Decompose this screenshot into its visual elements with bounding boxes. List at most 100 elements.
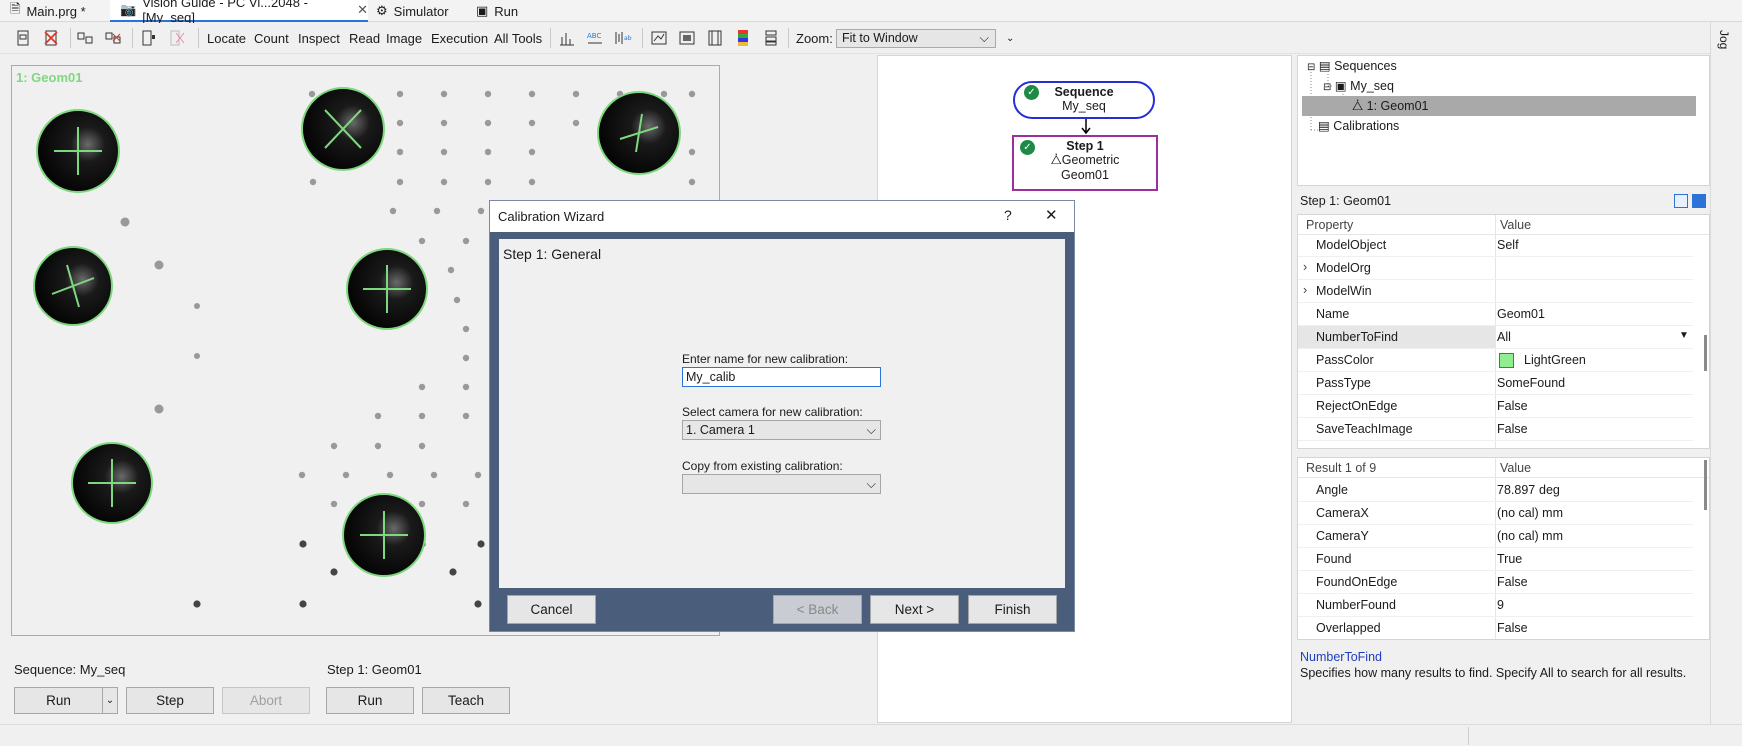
run-window-icon: ▣ [476, 3, 489, 18]
result-row-numberfound: NumberFound 9 [1298, 594, 1693, 617]
robot-arm-icon: ⚙ [376, 3, 388, 18]
categorized-view-icon[interactable] [1674, 194, 1688, 208]
prop-row-saveteachimage[interactable]: SaveTeachImage False [1298, 418, 1693, 441]
delete-calibration-icon [170, 30, 185, 46]
col-value: Value [1500, 461, 1532, 475]
image-menu[interactable]: Image [386, 31, 422, 46]
found-object-4 [33, 246, 113, 326]
step-node[interactable]: ✓ Step 1 ⧊Geometric Geom01 [1012, 135, 1158, 191]
found-object-2 [301, 87, 385, 171]
copy-calibration-label: Copy from existing calibration: [682, 459, 843, 473]
expand-icon[interactable]: › [1303, 283, 1307, 297]
help-title: NumberToFind [1300, 650, 1382, 664]
new-calibration-icon[interactable] [140, 29, 158, 47]
dialog-titlebar: Calibration Wizard ? ✕ [490, 201, 1074, 232]
step-label: Step 1: Geom01 [327, 662, 422, 677]
tab-label: Simulator [393, 3, 449, 19]
property-grid: Property Value ModelObject Self › ModelOrg… [1297, 214, 1710, 449]
execution-menu[interactable]: Execution [431, 31, 488, 46]
dropdown-arrow-icon[interactable]: ▼ [1679, 330, 1689, 341]
graph-window-icon[interactable] [650, 29, 668, 47]
all-tools-menu[interactable]: All Tools [494, 31, 542, 46]
tab-simulator[interactable]: ⚙ Simulator [366, 0, 476, 22]
image-step-title: 1: Geom01 [16, 70, 83, 85]
side-panel-strip: Jog [1710, 22, 1742, 724]
code-reader-icon[interactable]: abc [614, 29, 632, 47]
delete-object-icon[interactable] [104, 29, 122, 47]
collapse-icon[interactable]: ⊟ [1323, 82, 1331, 93]
locate-menu[interactable]: Locate [207, 31, 246, 46]
tree-item-my-seq[interactable]: ⊟ ▣ My_seq [1323, 76, 1394, 96]
color-palette-icon[interactable] [734, 29, 752, 47]
jog-side-tab[interactable]: Jog [1717, 30, 1731, 49]
cancel-button[interactable]: Cancel [507, 595, 596, 624]
tab-main-prg[interactable]: 🗎 Main.prg * [0, 0, 108, 22]
count-menu[interactable]: Count [254, 31, 289, 46]
finish-button[interactable]: Finish [968, 595, 1057, 624]
folder-stack-icon: ▤ [1318, 119, 1330, 133]
prop-row-modelorg[interactable]: › ModelOrg [1298, 257, 1693, 280]
run-step-button[interactable]: Run [326, 687, 414, 714]
col-property: Property [1306, 218, 1354, 232]
tab-vision-guide[interactable]: 📷 Vision Guide - PC Vi...2048 - [My_seq]… [110, 0, 368, 25]
inspect-menu[interactable]: Inspect [298, 31, 340, 46]
alphabetical-view-icon[interactable] [1692, 194, 1706, 208]
ocr-abc-icon[interactable]: ABC [586, 29, 604, 47]
property-scrollbar-thumb[interactable] [1704, 335, 1707, 371]
tab-label: Run [494, 3, 519, 19]
back-button: < Back [773, 595, 862, 624]
next-button[interactable]: Next > [870, 595, 959, 624]
close-icon[interactable]: ✕ [1045, 206, 1058, 224]
prop-row-passtype[interactable]: PassType SomeFound [1298, 372, 1693, 395]
teach-button[interactable]: Teach [422, 687, 510, 714]
prop-row-modelwin[interactable]: › ModelWin [1298, 280, 1693, 303]
prop-row-name[interactable]: Name Geom01 [1298, 303, 1693, 326]
camera-select-value: 1. Camera 1 [686, 423, 755, 437]
tab-run[interactable]: ▣ Run [466, 0, 546, 22]
dialog-title: Calibration Wizard [498, 209, 605, 224]
zoom-select[interactable]: Fit to Window ⌵ [836, 29, 996, 48]
film-strip-icon[interactable] [706, 29, 724, 47]
chevron-down-icon: ⌵ [979, 31, 989, 45]
toolbar-overflow-icon[interactable]: ⌄ [1006, 33, 1014, 44]
tree-item-geom01[interactable]: ⧊ 1: Geom01 [1302, 96, 1696, 116]
status-bar [0, 724, 1742, 746]
passcolor-swatch [1499, 353, 1514, 368]
histogram-icon[interactable] [558, 29, 576, 47]
sequence-list-icon[interactable] [762, 29, 780, 47]
delete-sequence-icon[interactable] [42, 29, 60, 47]
expand-icon[interactable]: › [1303, 260, 1307, 274]
chevron-down-icon: ⌵ [866, 477, 876, 491]
prop-row-numbertofind[interactable]: NumberToFind All ▼ [1298, 326, 1693, 349]
svg-text:abc: abc [624, 35, 632, 42]
prop-row-modelobject[interactable]: ModelObject Self [1298, 234, 1693, 257]
help-text: Specifies how many results to find. Spec… [1300, 666, 1687, 680]
svg-text:ABC: ABC [587, 32, 601, 40]
camera-select[interactable]: 1. Camera 1 ⌵ [682, 420, 881, 440]
result-row-camerax: CameraX (no cal) mm [1298, 502, 1693, 525]
read-menu[interactable]: Read [349, 31, 380, 46]
prop-row-passcolor[interactable]: PassColor LightGreen [1298, 349, 1693, 372]
results-scrollbar-thumb[interactable] [1704, 460, 1707, 510]
calibration-name-input[interactable]: My_calib [682, 367, 881, 387]
numbertofind-select[interactable]: All [1497, 330, 1511, 344]
new-object-icon[interactable] [76, 29, 94, 47]
check-icon: ✓ [1020, 140, 1035, 155]
wizard-step-title: Step 1: General [503, 246, 602, 262]
run-sequence-button[interactable]: Run [14, 687, 103, 714]
help-question-icon[interactable]: ? [1004, 207, 1012, 223]
prop-row-rejectonedge[interactable]: RejectOnEdge False [1298, 395, 1693, 418]
results-grid: Result 1 of 9 Value Angle 78.897 deg Camer… [1297, 457, 1710, 640]
copy-calibration-select[interactable]: ⌵ [682, 474, 881, 494]
vision-toolbar: Locate Count Inspect Read Image Executio… [0, 23, 1710, 54]
sequence-label: Sequence: My_seq [14, 662, 126, 677]
collapse-icon[interactable]: ⊟ [1307, 62, 1315, 73]
sequence-node[interactable]: ✓ Sequence My_seq [1013, 81, 1155, 119]
run-options-dropdown[interactable]: ⌄ [102, 687, 118, 714]
image-window-icon[interactable] [678, 29, 696, 47]
abort-button: Abort [222, 687, 310, 714]
step-sequence-button[interactable]: Step [126, 687, 214, 714]
new-sequence-icon[interactable] [14, 29, 32, 47]
tree-item-calibrations[interactable]: ▤ Calibrations [1318, 116, 1399, 136]
tree-item-sequences[interactable]: ⊟ ▤ Sequences [1307, 56, 1397, 76]
